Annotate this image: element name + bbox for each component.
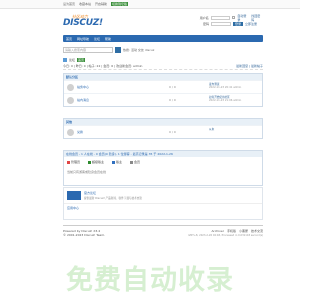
footer-link-blackroom[interactable]: 小黑屋 <box>239 229 248 233</box>
legend-member: 会员 <box>130 160 140 164</box>
nav-item-sites[interactable]: 网址导航 <box>77 37 89 41</box>
last-post-meta: 2022-11-23 21:06 admin <box>209 99 242 103</box>
top-links: 设为首页 收藏本站 开启辅助 切换到窄版 <box>63 2 129 6</box>
register-link[interactable]: 立即注册 <box>245 22 257 26</box>
site-logo[interactable]: 社区动力 DISCUZ! <box>63 14 103 30</box>
friend-link-title[interactable]: 官方论坛 <box>84 191 142 195</box>
breadcrumb-item-forum[interactable]: 论坛 <box>69 58 75 62</box>
forum-count: 0 / 0 <box>169 85 176 89</box>
forum-count: 0 / 0 <box>169 98 176 102</box>
legend-admin: 管理员 <box>67 160 80 164</box>
breadcrumb-current: 首页 <box>77 57 86 62</box>
powered-by: Powered by Discuz! X3.4 © 2001-2023 Disc… <box>63 229 105 237</box>
auto-login-checkbox[interactable] <box>232 16 236 19</box>
forum-name[interactable]: 站务中心 <box>77 85 137 89</box>
legend-super-mod: 超级版主 <box>88 160 104 164</box>
nav-item-forum[interactable]: 论坛 <box>94 37 100 41</box>
forum-icon <box>67 96 74 104</box>
username-label: 用户名 <box>199 15 209 20</box>
online-legend: 管理员 超级版主 版主 会员 <box>64 157 262 167</box>
footer-timing: GMT+8, 2023-2-26 04:48, Processed in 0.0… <box>188 234 263 237</box>
nav-item-help[interactable]: 帮助 <box>105 37 111 41</box>
footer-link-tech[interactable]: 技术交流 <box>251 229 263 233</box>
friend-link-desc: 提供最新 Discuz! 产品新闻、软件下载与技术交流 <box>84 197 142 200</box>
discuz-logo-icon <box>67 191 81 200</box>
footer-links: Archiver 手机版 小黑屋 技术交流 <box>211 229 263 233</box>
top-link-bar: 设为首页 收藏本站 开启辅助 切换到窄版 <box>0 0 300 9</box>
home-icon[interactable] <box>63 57 67 62</box>
username-field[interactable] <box>210 15 231 20</box>
forum-last-post: 发布测试 2022-11-23 20:41 admin <box>209 83 261 90</box>
breadcrumb: 论坛 首页 <box>63 57 263 62</box>
password-field[interactable] <box>211 21 231 26</box>
set-homepage-link[interactable]: 设为首页 <box>63 2 75 6</box>
search-input[interactable]: 请输入搜索内容 <box>63 47 113 53</box>
footer-link-mobile[interactable]: 手机版 <box>227 229 236 233</box>
hot-searches: 热搜: 活动 交友 discuz <box>123 48 155 52</box>
forum-name[interactable]: 兑换 <box>77 130 137 134</box>
footer-link-archiver[interactable]: Archiver <box>211 229 223 233</box>
mod-icon <box>112 160 116 164</box>
forum-last-post: 从未 <box>209 128 261 131</box>
bookmark-link[interactable]: 收藏本站 <box>79 2 91 6</box>
accessibility-link[interactable]: 开启辅助 <box>95 2 107 6</box>
legend-mod: 版主 <box>112 160 122 164</box>
category-default: 默认分区 站务中心 0 / 0 发布测试 2022-11-23 20:41 ad… <box>63 73 263 107</box>
forum-row: 站内消息 0 / 0 如何开始使用社区 2022-11-23 21:06 adm… <box>64 93 262 106</box>
forum-icon <box>67 83 74 91</box>
stats-text: 今日: 0 | 昨日: 0 | 帖子: 22 | 会员: 6 | 欢迎新会员: … <box>63 64 143 68</box>
friend-link-item[interactable]: 官方论坛 提供最新 Discuz! 产品新闻、软件下载与技术交流 <box>64 188 262 204</box>
login-button[interactable]: 登录 <box>233 21 244 26</box>
watermark: 免费自动收录 <box>66 265 234 296</box>
nav-item-home[interactable]: 首页 <box>66 37 72 41</box>
online-note: 当前只有游客或隐身会员在线 <box>67 170 107 174</box>
forum-count: 0 / 0 <box>169 130 176 134</box>
copyright-text: © 2001-2023 Discuz! Team. <box>63 233 106 237</box>
footer: Powered by Discuz! X3.4 © 2001-2023 Disc… <box>63 225 263 239</box>
forgot-password-link[interactable]: 找回密码 <box>251 14 263 22</box>
last-post-meta: 2022-11-23 20:41 admin <box>209 86 242 90</box>
auto-login-label: 自动登录 <box>237 13 247 22</box>
search-button[interactable] <box>115 47 121 53</box>
main-nav: 首页 网址导航 论坛 帮助 <box>63 35 263 42</box>
friend-links: 官方论坛 提供最新 Discuz! 产品新闻、软件下载与技术交流 应用中心 <box>63 187 263 220</box>
login-form: 用户名 自动登录 找回密码 密码 登录 立即注册 <box>195 13 263 27</box>
member-icon <box>130 160 134 164</box>
search-bar: 请输入搜索内容 热搜: 活动 交友 discuz <box>63 46 263 54</box>
admin-icon <box>67 160 70 164</box>
stats-right-links[interactable]: 最新回复 | 最新帖子 <box>236 64 263 68</box>
header: 社区动力 DISCUZ! 用户名 自动登录 找回密码 密码 登录 立即注册 <box>63 12 263 34</box>
app-center-link[interactable]: 应用中心 <box>64 204 262 212</box>
super-mod-icon <box>88 160 92 164</box>
forum-last-post: 如何开始使用社区 2022-11-23 21:06 admin <box>209 96 261 103</box>
forum-row: 站务中心 0 / 0 发布测试 2022-11-23 20:41 admin <box>64 80 262 93</box>
forum-row: 兑换 0 / 0 从未 <box>64 125 262 138</box>
password-label: 密码 <box>202 21 209 26</box>
category-other: 其他 兑换 0 / 0 从未 <box>63 118 263 139</box>
last-post-title: 从未 <box>209 128 215 131</box>
forum-icon <box>67 128 74 136</box>
online-members: 在线会员 - 1 人在线 - 0 会员(0 隐身), 1 位游客 - 最高记录是… <box>63 150 263 186</box>
forum-name[interactable]: 站内消息 <box>77 98 137 102</box>
switch-width-link[interactable]: 切换到窄版 <box>111 2 129 6</box>
forum-stats: 今日: 0 | 昨日: 0 | 帖子: 22 | 会员: 6 | 欢迎新会员: … <box>63 64 263 70</box>
logo-title: DISCUZ! <box>63 18 103 28</box>
